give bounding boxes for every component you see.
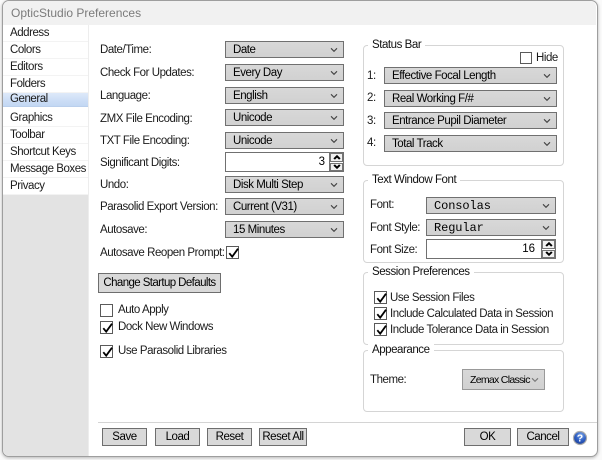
svg-text:?: ? bbox=[577, 433, 583, 445]
